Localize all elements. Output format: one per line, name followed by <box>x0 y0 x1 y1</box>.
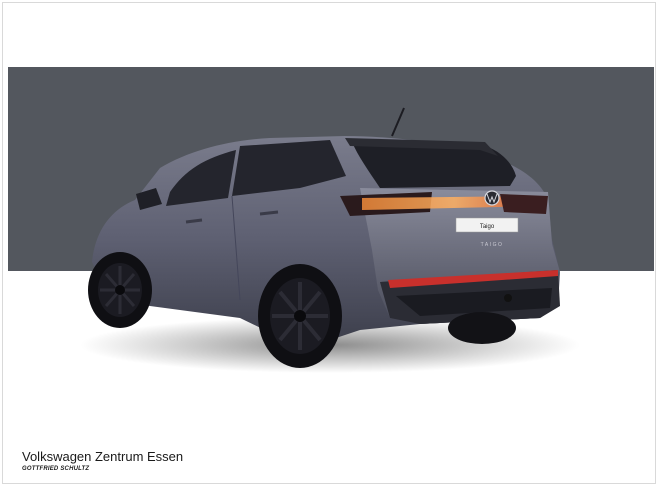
car-photo: Taigo TAIGO <box>80 107 580 373</box>
license-plate-text: Taigo <box>480 224 495 230</box>
wheel-rear <box>258 264 342 368</box>
vw-logo-icon <box>484 190 500 206</box>
dealer-block: Volkswagen Zentrum Essen GOTTFRIED SCHUL… <box>22 449 183 473</box>
door-handle <box>259 210 279 216</box>
tailgate-badge: TAIGO <box>481 242 504 248</box>
tow-hitch <box>504 294 512 302</box>
dealer-sub-brand: GOTTFRIED SCHULTZ <box>22 466 90 472</box>
antenna <box>391 107 405 137</box>
taillight-right <box>500 194 548 214</box>
door-handle <box>185 218 203 224</box>
wheel-front <box>88 252 152 328</box>
wheel-rear-far <box>448 312 516 344</box>
dealer-name: Volkswagen Zentrum Essen <box>22 449 184 464</box>
